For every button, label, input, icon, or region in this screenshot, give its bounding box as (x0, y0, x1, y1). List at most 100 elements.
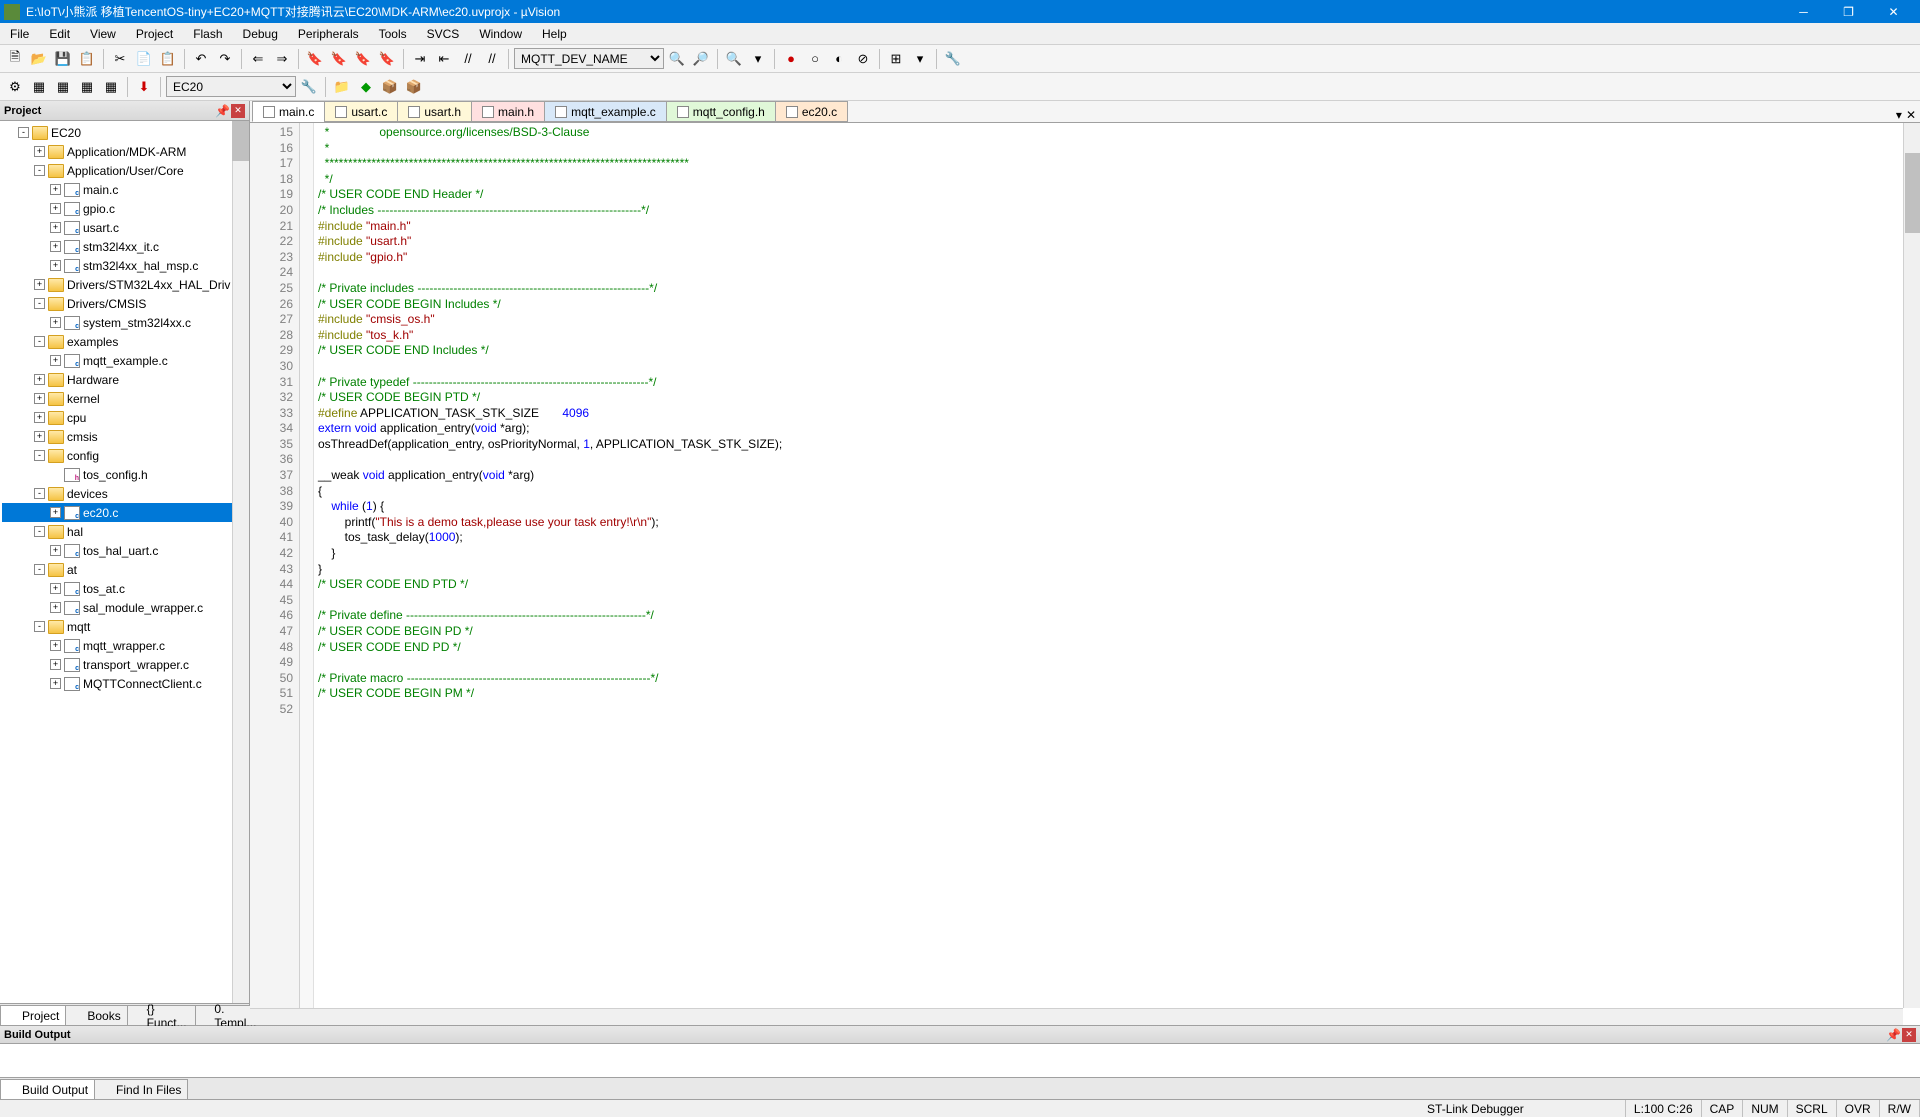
scrollbar-thumb[interactable] (1905, 153, 1920, 233)
menu-edit[interactable]: Edit (39, 24, 80, 44)
editor-tab[interactable]: mqtt_example.c (544, 101, 667, 122)
tab-dropdown-icon[interactable]: ▾ (1896, 108, 1902, 122)
code-line[interactable]: #include "main.h" (318, 219, 1916, 235)
fold-gutter[interactable] (300, 123, 314, 1025)
translate-button[interactable]: ⚙ (4, 76, 26, 98)
tree-file[interactable]: +sal_module_wrapper.c (2, 598, 247, 617)
tree-toggle[interactable]: + (50, 507, 61, 518)
tree-file[interactable]: +MQTTConnectClient.c (2, 674, 247, 693)
tree-file[interactable]: +tos_hal_uart.c (2, 541, 247, 560)
tree-file[interactable]: +tos_at.c (2, 579, 247, 598)
project-tree[interactable]: -EC20+Application/MDK-ARM-Application/Us… (0, 121, 249, 1003)
menu-svcs[interactable]: SVCS (417, 24, 470, 44)
panel-tab[interactable]: {} Funct... (127, 1005, 196, 1025)
panel-close-button[interactable]: ✕ (231, 104, 245, 118)
tree-file[interactable]: +usart.c (2, 218, 247, 237)
breakpoint-kill-button[interactable]: ⊘ (852, 48, 874, 70)
tree-toggle[interactable]: + (50, 184, 61, 195)
download-button[interactable]: ⬇ (133, 76, 155, 98)
menu-window[interactable]: Window (469, 24, 532, 44)
tree-folder[interactable]: -hal (2, 522, 247, 541)
stop-build-button[interactable]: ▦ (100, 76, 122, 98)
tree-toggle[interactable]: - (34, 165, 45, 176)
indent-button[interactable]: ⇥ (409, 48, 431, 70)
paste-button[interactable]: 📋 (157, 48, 179, 70)
tree-toggle[interactable]: - (18, 127, 29, 138)
code-line[interactable]: /* USER CODE END PTD */ (318, 577, 1916, 593)
tree-folder[interactable]: +Hardware (2, 370, 247, 389)
tree-toggle[interactable]: + (34, 146, 45, 157)
rebuild-button[interactable]: ▦ (52, 76, 74, 98)
code-content[interactable]: * opensource.org/licenses/BSD-3-Clause *… (314, 123, 1920, 1025)
output-tab[interactable]: Build Output (0, 1079, 95, 1099)
code-line[interactable]: /* USER CODE BEGIN PD */ (318, 624, 1916, 640)
configure-button[interactable]: 🔧 (942, 48, 964, 70)
code-line[interactable]: osThreadDef(application_entry, osPriorit… (318, 437, 1916, 453)
tree-file[interactable]: +mqtt_example.c (2, 351, 247, 370)
code-line[interactable]: __weak void application_entry(void *arg) (318, 468, 1916, 484)
output-tab[interactable]: Find In Files (94, 1079, 188, 1099)
editor-tab[interactable]: usart.c (324, 101, 398, 122)
tree-file[interactable]: +stm32l4xx_hal_msp.c (2, 256, 247, 275)
manage-project-button[interactable]: 📁 (331, 76, 353, 98)
code-line[interactable]: * (318, 141, 1916, 157)
outdent-button[interactable]: ⇤ (433, 48, 455, 70)
redo-button[interactable]: ↷ (214, 48, 236, 70)
code-line[interactable]: #include "tos_k.h" (318, 328, 1916, 344)
nav-forward-button[interactable]: ⇒ (271, 48, 293, 70)
tree-toggle[interactable]: + (50, 203, 61, 214)
tree-toggle[interactable]: - (34, 450, 45, 461)
breakpoint-enable-button[interactable]: ◐ (828, 48, 850, 70)
save-button[interactable]: 💾 (52, 48, 74, 70)
code-line[interactable]: */ (318, 172, 1916, 188)
editor-tab[interactable]: usart.h (397, 101, 472, 122)
menu-file[interactable]: File (0, 24, 39, 44)
code-line[interactable]: printf("This is a demo task,please use y… (318, 515, 1916, 531)
maximize-button[interactable]: ❐ (1826, 0, 1871, 23)
find-in-files-button[interactable]: 🔎 (690, 48, 712, 70)
tree-scrollbar[interactable] (232, 121, 249, 1003)
bookmark-clear-button[interactable]: 🔖 (376, 48, 398, 70)
tree-folder[interactable]: +cpu (2, 408, 247, 427)
tree-folder[interactable]: -at (2, 560, 247, 579)
tree-toggle[interactable]: - (34, 526, 45, 537)
tree-folder[interactable]: -devices (2, 484, 247, 503)
code-line[interactable]: * opensource.org/licenses/BSD-3-Clause (318, 125, 1916, 141)
panel-close-button[interactable]: ✕ (1902, 1028, 1916, 1042)
debug-session-button[interactable]: 🔍 (723, 48, 745, 70)
tree-toggle[interactable]: + (50, 659, 61, 670)
build-output-content[interactable] (0, 1044, 1920, 1077)
tree-file[interactable]: tos_config.h (2, 465, 247, 484)
copy-button[interactable]: 📄 (133, 48, 155, 70)
select-packs-button[interactable]: 📦 (379, 76, 401, 98)
code-line[interactable] (318, 359, 1916, 375)
breakpoint-disable-button[interactable]: ○ (804, 48, 826, 70)
tree-toggle[interactable]: + (50, 222, 61, 233)
code-line[interactable]: #include "cmsis_os.h" (318, 312, 1916, 328)
code-line[interactable] (318, 452, 1916, 468)
bookmark-button[interactable]: 🔖 (304, 48, 326, 70)
window-layout-button[interactable]: ⊞ (885, 48, 907, 70)
tree-folder[interactable]: -Application/User/Core (2, 161, 247, 180)
code-line[interactable]: extern void application_entry(void *arg)… (318, 421, 1916, 437)
tree-folder[interactable]: +Application/MDK-ARM (2, 142, 247, 161)
tree-file[interactable]: +gpio.c (2, 199, 247, 218)
code-line[interactable]: /* USER CODE BEGIN PTD */ (318, 390, 1916, 406)
tree-folder[interactable]: -Drivers/CMSIS (2, 294, 247, 313)
tree-toggle[interactable]: + (50, 640, 61, 651)
cut-button[interactable]: ✂ (109, 48, 131, 70)
tree-toggle[interactable]: - (34, 564, 45, 575)
tree-file[interactable]: +transport_wrapper.c (2, 655, 247, 674)
tree-file[interactable]: +ec20.c (2, 503, 247, 522)
pin-icon[interactable]: 📌 (1886, 1028, 1900, 1042)
tab-close-icon[interactable]: ✕ (1906, 108, 1916, 122)
code-line[interactable]: /* USER CODE END Includes */ (318, 343, 1916, 359)
undo-button[interactable]: ↶ (190, 48, 212, 70)
debug-dropdown[interactable]: ▾ (747, 48, 769, 70)
code-line[interactable]: /* Private define ----------------------… (318, 608, 1916, 624)
tree-toggle[interactable]: + (34, 431, 45, 442)
tree-file[interactable]: +system_stm32l4xx.c (2, 313, 247, 332)
menu-help[interactable]: Help (532, 24, 577, 44)
menu-view[interactable]: View (80, 24, 126, 44)
menu-project[interactable]: Project (126, 24, 183, 44)
